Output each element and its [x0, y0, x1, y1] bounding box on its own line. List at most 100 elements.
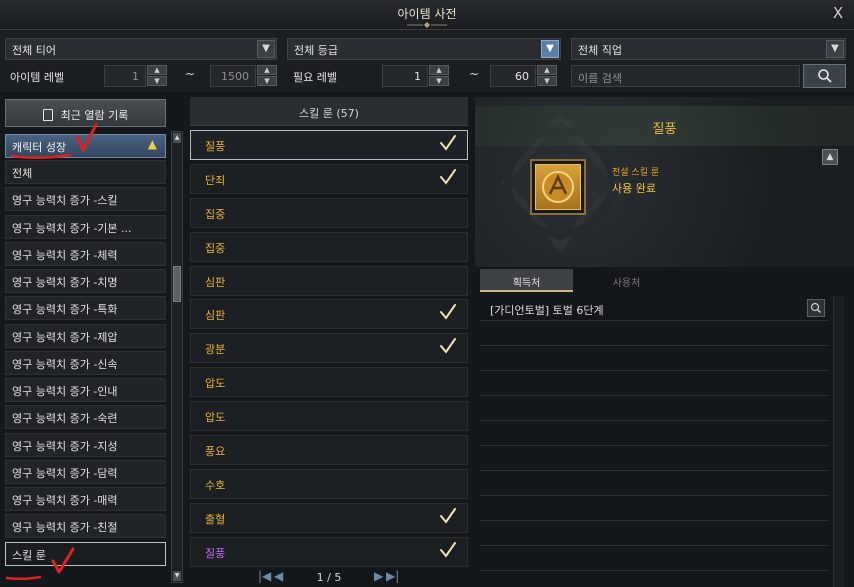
detail-title: 질풍 — [475, 106, 854, 146]
source-row-empty — [480, 546, 829, 571]
skill-rune-icon — [535, 164, 581, 210]
list-item[interactable]: 영구 능력치 증가 -인내 — [5, 378, 166, 402]
rune-list: 질풍 단죄 집중 집중 심판 심판 광분 압도 압도 풍요 수호 출혈 질풍 — [190, 130, 468, 571]
next-page-button[interactable]: ▶ — [374, 569, 383, 583]
list-item[interactable]: 영구 능력치 증가 -숙련 — [5, 405, 166, 430]
list-item-selected[interactable]: 스킬 룬 — [5, 541, 166, 566]
page-indicator: 1 / 5 — [316, 571, 342, 584]
detail-header-area: 질풍 ▲ 전설 스킬 룬 사용 완료 — [475, 97, 854, 267]
rune-row[interactable]: 단죄 — [190, 163, 468, 194]
rune-row[interactable]: 집중 — [190, 197, 468, 228]
grade-select-value: 전체 등급 — [294, 44, 338, 57]
rune-name: 질풍 — [205, 546, 226, 560]
list-item[interactable]: 영구 능력치 증가 -스킬 — [5, 187, 166, 212]
list-item[interactable]: 영구 능력치 증가 -치명 — [5, 269, 166, 293]
rune-row[interactable]: 심판 — [190, 299, 468, 330]
rune-row[interactable]: 압도 — [190, 367, 468, 398]
search-icon[interactable] — [807, 299, 825, 317]
rune-name: 집중 — [205, 241, 226, 255]
source-list: [가디언토벌] 토벌 6단계 — [480, 296, 829, 587]
rune-row[interactable]: 심판 — [190, 265, 468, 296]
list-item[interactable]: 영구 능력치 증가 -담력 — [5, 459, 166, 484]
rune-row[interactable]: 질풍 — [190, 130, 468, 160]
checkmark-icon — [440, 135, 456, 151]
rune-row[interactable]: 집중 — [190, 231, 468, 262]
range-separator: ~ — [185, 67, 196, 81]
search-button[interactable] — [803, 64, 846, 88]
last-page-button[interactable]: ▶| — [386, 569, 399, 583]
rune-list-panel: 스킬 룬 (57) 질풍 단죄 집중 집중 심판 심판 광분 압도 압도 풍요 수호 출혈 질풍 |◀ … — [190, 97, 468, 587]
rune-row[interactable]: 풍요 — [190, 435, 468, 466]
first-page-button[interactable]: |◀ — [258, 569, 271, 583]
chevron-up-icon: ▲ — [147, 137, 157, 151]
category-header-label: 캐릭터 성장 — [12, 141, 67, 154]
rune-row[interactable]: 수호 — [190, 468, 468, 499]
search-input[interactable]: 이름 검색 — [571, 65, 800, 87]
required-level-min-input[interactable]: 1 — [382, 65, 428, 87]
search-icon — [817, 69, 832, 83]
rune-row[interactable]: 광분 — [190, 333, 468, 364]
list-item[interactable]: 전체 — [5, 160, 166, 184]
title-ornament-icon — [407, 22, 447, 28]
rune-name: 질풍 — [205, 140, 226, 153]
required-level-min-stepper[interactable]: ▲ ▼ — [429, 65, 449, 87]
list-item[interactable]: 영구 능력치 증가 -친절 — [5, 514, 166, 539]
item-level-min-input[interactable]: 1 — [104, 65, 146, 87]
list-item[interactable]: 영구 능력치 증가 -신속 — [5, 350, 166, 375]
tier-select[interactable]: 전체 티어 ▼ — [5, 38, 277, 60]
rune-row[interactable]: 출혈 — [190, 502, 468, 533]
close-button[interactable]: X — [830, 4, 846, 22]
tab-acquisition[interactable]: 획득처 — [480, 269, 573, 292]
pin-button[interactable]: ▲ — [822, 149, 838, 165]
list-item[interactable]: 영구 능력치 증가 -기본 ... — [5, 214, 166, 239]
source-row-empty — [480, 396, 829, 421]
item-level-label: 아이템 레벨 — [10, 71, 65, 84]
prev-page-button[interactable]: ◀ — [274, 569, 283, 583]
recent-history-label: 최근 열람 기록 — [60, 109, 129, 122]
rune-row[interactable]: 질풍 — [190, 536, 468, 567]
required-level-label: 필요 레벨 — [293, 71, 337, 84]
rune-name: 심판 — [205, 309, 226, 323]
list-item[interactable]: 영구 능력치 증가 -체력 — [5, 241, 166, 266]
item-level-min-stepper[interactable]: ▲ ▼ — [147, 65, 167, 87]
scroll-up-icon[interactable]: ▲ — [173, 133, 181, 143]
rune-name: 압도 — [205, 377, 226, 391]
checkmark-icon — [440, 338, 456, 354]
class-select-value: 전체 직업 — [578, 44, 622, 57]
pagination: |◀ ◀ 1 / 5 ▶ ▶| — [190, 569, 468, 587]
category-header[interactable]: 캐릭터 성장 ▲ — [5, 134, 166, 158]
rune-row[interactable]: 압도 — [190, 401, 468, 432]
chevron-down-icon[interactable]: ▼ — [257, 40, 275, 58]
list-item[interactable]: 영구 능력치 증가 -매력 — [5, 487, 166, 511]
required-level-max-stepper[interactable]: ▲ ▼ — [537, 65, 557, 87]
checkmark-icon — [440, 304, 456, 321]
source-row-empty — [480, 346, 829, 371]
item-level-max-input[interactable]: 1500 — [210, 65, 256, 87]
chevron-down-icon[interactable]: ▼ — [541, 40, 559, 58]
rune-name: 광분 — [205, 343, 226, 357]
item-level-max-stepper[interactable]: ▲ ▼ — [257, 65, 277, 87]
source-label: [가디언토벌] 토벌 6단계 — [490, 304, 604, 317]
source-row-empty — [480, 421, 829, 446]
list-item[interactable]: 영구 능력치 증가 -지성 — [5, 432, 166, 457]
tab-usage[interactable]: 사용처 — [580, 269, 673, 292]
source-row-empty — [480, 371, 829, 396]
required-level-max-input[interactable]: 60 — [490, 65, 536, 87]
category-list: 전체 영구 능력치 증가 -스킬 영구 능력치 증가 -기본 ... 영구 능력… — [5, 160, 166, 569]
source-row-empty — [480, 321, 829, 346]
source-scrollbar[interactable] — [833, 296, 844, 587]
list-item[interactable]: 영구 능력치 증가 -제압 — [5, 323, 166, 348]
checkmark-icon — [440, 541, 456, 558]
grade-select[interactable]: 전체 등급 ▼ — [287, 38, 561, 60]
scroll-down-icon[interactable]: ▼ — [173, 571, 181, 581]
source-row[interactable]: [가디언토벌] 토벌 6단계 — [480, 296, 829, 321]
category-scrollbar[interactable]: ▲ ▼ — [171, 131, 183, 583]
rune-name: 압도 — [205, 411, 226, 425]
class-select[interactable]: 전체 직업 ▼ — [571, 38, 846, 60]
list-item[interactable]: 영구 능력치 증가 -특화 — [5, 296, 166, 321]
rune-name: 집중 — [205, 207, 226, 221]
scroll-thumb[interactable] — [173, 266, 181, 302]
recent-history-button[interactable]: 최근 열람 기록 — [5, 99, 166, 127]
chevron-down-icon[interactable]: ▼ — [826, 40, 844, 58]
source-row-empty — [480, 496, 829, 521]
